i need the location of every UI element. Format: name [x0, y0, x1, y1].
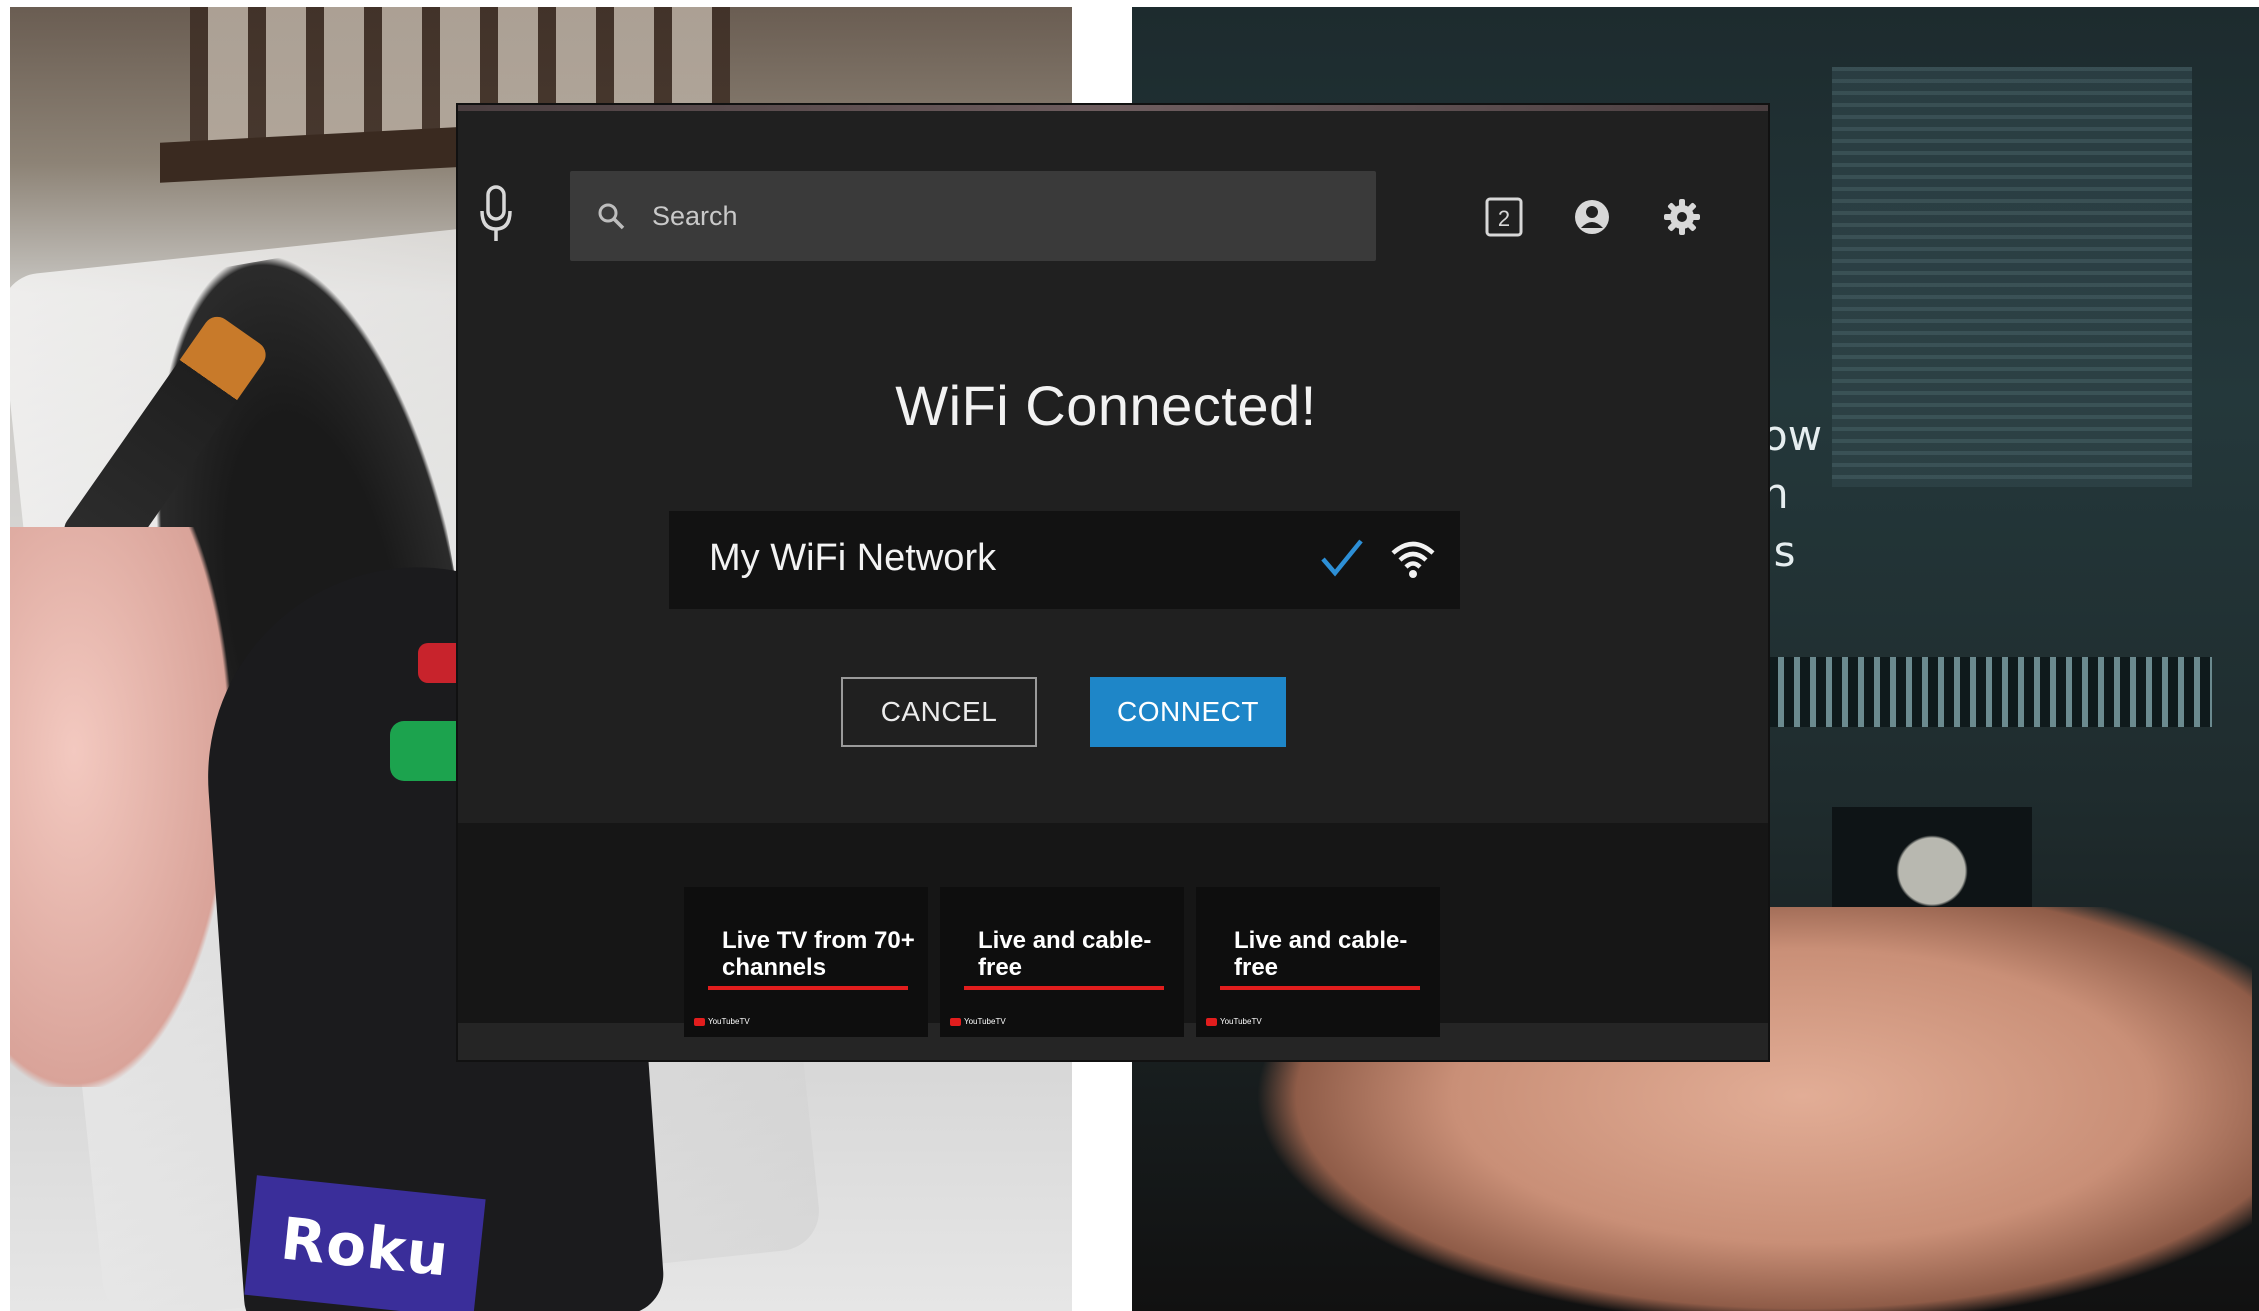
tv-screen: Search 2 WiFi Connected! My WiFi Network	[458, 105, 1768, 1060]
youtube-icon	[950, 1017, 961, 1026]
tile-brand: YouTubeTV	[1206, 1017, 1262, 1026]
content-tile[interactable]: Live and cable-free YouTubeTV	[940, 887, 1184, 1037]
tv-label-panel	[1832, 67, 2192, 487]
screen-top-edge	[458, 105, 1768, 111]
cast-badge-number: 2	[1498, 206, 1510, 231]
cast-icon[interactable]: 2	[1484, 197, 1524, 237]
cast-badge-frame: 2	[1485, 197, 1523, 237]
checkmark-icon	[1321, 539, 1363, 577]
tile-brand: YouTubeTV	[694, 1017, 750, 1026]
tile-accent-line	[708, 986, 908, 990]
network-row[interactable]: My WiFi Network	[669, 511, 1460, 609]
tile-brand-label: YouTubeTV	[708, 1017, 750, 1026]
tile-accent-line	[964, 986, 1164, 990]
roku-logo: Roku	[244, 1175, 486, 1311]
network-name: My WiFi Network	[709, 537, 997, 579]
tile-title: Live and cable-free	[978, 927, 1152, 981]
search-placeholder: Search	[652, 200, 738, 231]
wifi-signal-icon	[1391, 541, 1435, 578]
content-tile[interactable]: Live and cable-free YouTubeTV	[1196, 887, 1440, 1037]
partial-caption-line: n	[1762, 469, 1789, 518]
search-icon	[598, 203, 625, 230]
account-icon[interactable]	[1572, 197, 1612, 237]
microphone-icon[interactable]	[478, 185, 514, 245]
search-input[interactable]: Search	[570, 171, 1376, 261]
tile-brand: YouTubeTV	[950, 1017, 1006, 1026]
gear-icon[interactable]	[1662, 197, 1702, 237]
tile-brand-label: YouTubeTV	[964, 1017, 1006, 1026]
tile-accent-line	[1220, 986, 1420, 990]
content-tile[interactable]: Live TV from 70+ channels YouTubeTV	[684, 887, 928, 1037]
youtube-icon	[1206, 1017, 1217, 1026]
partial-caption: ow n is	[1762, 407, 1822, 581]
cancel-button[interactable]: CANCEL	[841, 677, 1037, 747]
dialog-title: WiFi Connected!	[895, 374, 1317, 437]
connect-button[interactable]: CONNECT	[1090, 677, 1286, 747]
hand	[10, 527, 230, 1087]
partial-caption-line: is	[1762, 527, 1796, 576]
partial-caption-line: ow	[1762, 411, 1823, 460]
tile-title: Live and cable-free	[1234, 927, 1408, 981]
tile-title: Live TV from 70+ channels	[722, 927, 915, 981]
tile-brand-label: YouTubeTV	[1220, 1017, 1262, 1026]
youtube-icon	[694, 1017, 705, 1026]
